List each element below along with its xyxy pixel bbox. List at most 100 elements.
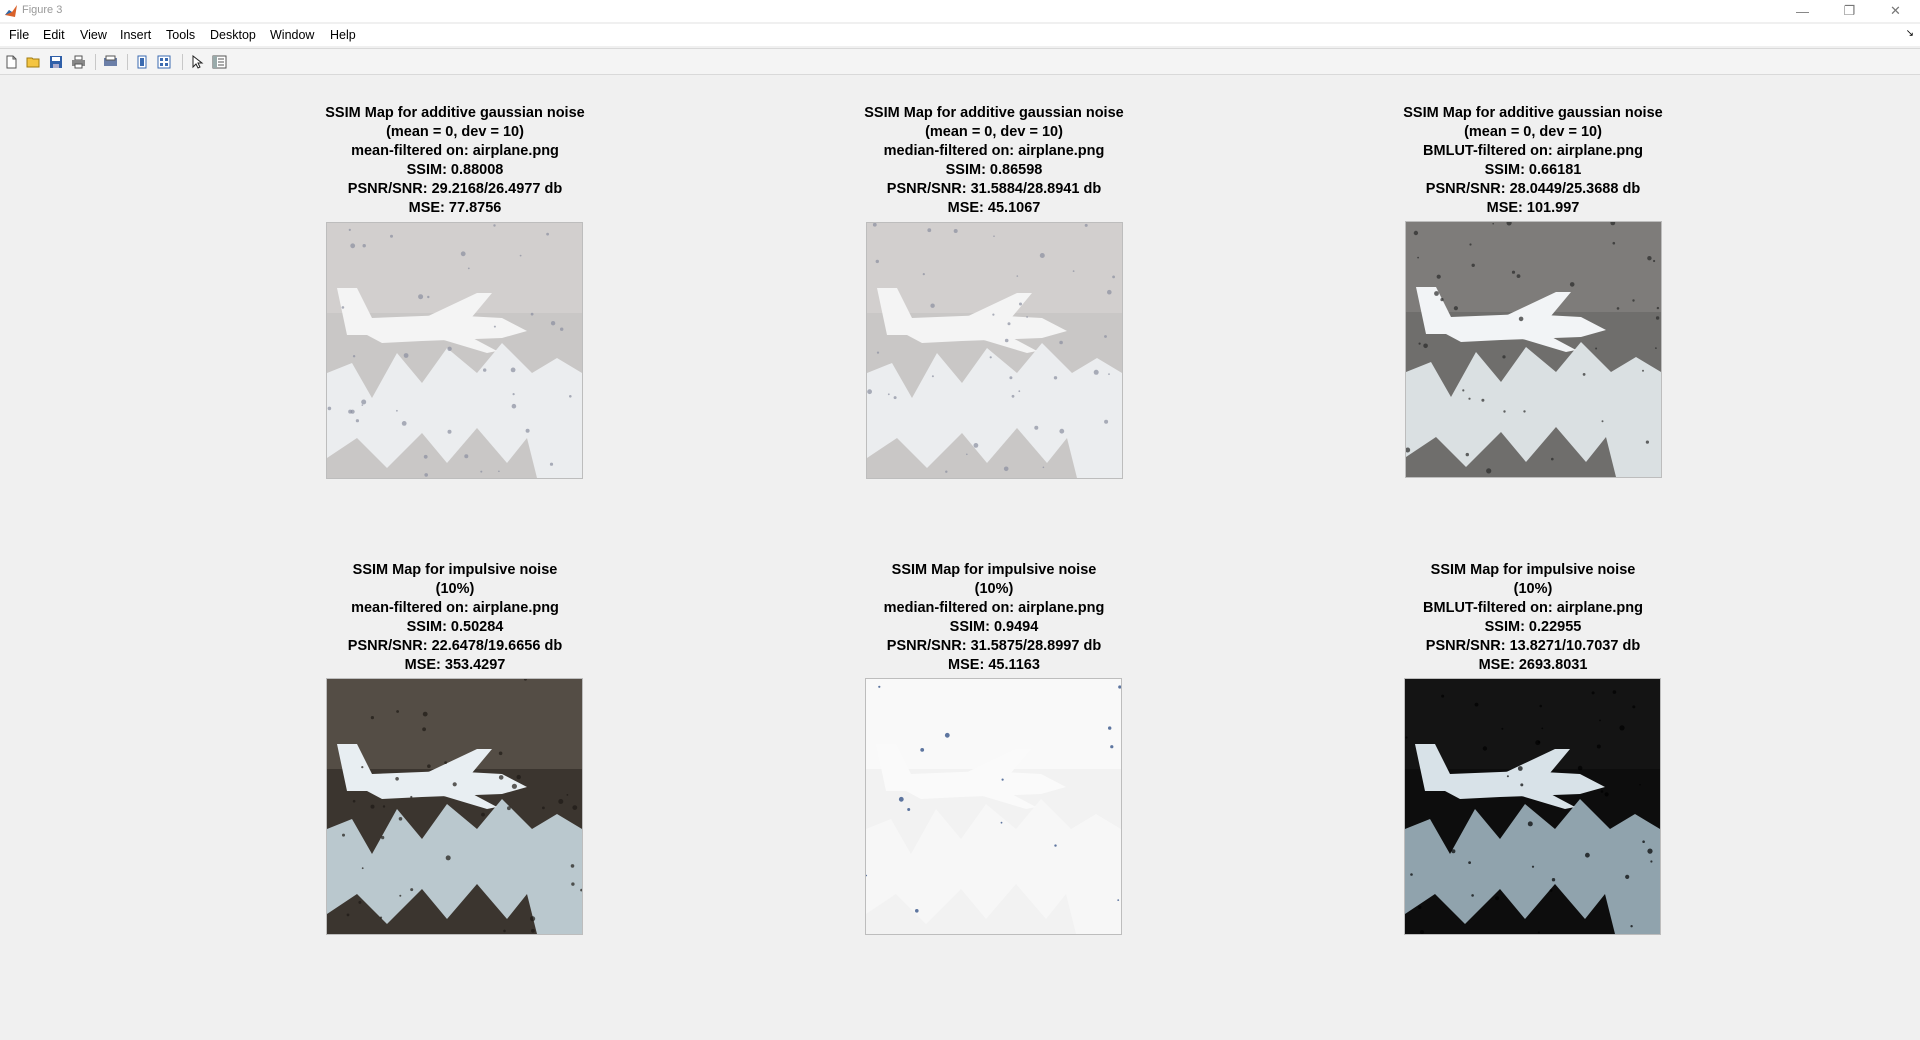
title-line: MSE: 353.4297 — [404, 657, 506, 673]
map-speck — [1093, 369, 1099, 375]
map-speck — [1110, 745, 1114, 749]
map-speck — [1001, 778, 1004, 781]
ssim-map-image[interactable] — [866, 222, 1123, 479]
map-speck — [410, 888, 414, 892]
map-speck — [410, 795, 413, 799]
map-speck — [361, 404, 364, 406]
menu-edit[interactable]: Edit — [43, 28, 65, 42]
map-speck — [1104, 335, 1107, 338]
title-line: SSIM: 0.86598 — [945, 162, 1043, 178]
restore-button[interactable]: ❐ — [1827, 0, 1872, 22]
title-line: PSNR/SNR: 31.5875/28.8997 db — [886, 638, 1102, 654]
map-speck — [1026, 316, 1028, 318]
map-speck — [380, 835, 385, 840]
menu-file[interactable]: File — [9, 28, 29, 42]
title-line: MSE: 45.1067 — [947, 200, 1041, 216]
map-speck — [510, 367, 516, 373]
map-speck — [1018, 390, 1021, 393]
map-speck — [341, 306, 345, 309]
map-speck — [358, 900, 362, 904]
matlab-icon — [4, 4, 18, 18]
map-speck — [1423, 343, 1428, 349]
map-speck — [1436, 274, 1441, 279]
title-line: MSE: 77.8756 — [408, 200, 502, 216]
map-speck — [1034, 425, 1039, 430]
map-speck — [355, 419, 359, 423]
toolbar-separator — [182, 54, 183, 70]
insert-colorbar-icon[interactable] — [155, 53, 173, 71]
ssim-map-image[interactable] — [326, 222, 583, 479]
map-speck — [511, 403, 517, 409]
map-speck — [348, 228, 351, 231]
menu-insert[interactable]: Insert — [120, 28, 151, 42]
map-speck — [1413, 230, 1419, 236]
map-speck — [1537, 931, 1540, 934]
map-speck — [422, 711, 428, 717]
map-speck — [1009, 376, 1013, 380]
map-speck — [1645, 440, 1649, 444]
title-line: mean-filtered on: airplane.png — [351, 600, 559, 616]
map-speck — [382, 805, 386, 808]
map-speck — [1108, 373, 1110, 375]
close-button[interactable]: ✕ — [1873, 0, 1918, 22]
ssim-map-image[interactable] — [326, 678, 583, 935]
edit-plot-icon[interactable] — [188, 53, 206, 71]
open-file-icon[interactable] — [24, 53, 42, 71]
map-speck — [1539, 704, 1542, 708]
link-plot-icon[interactable] — [133, 53, 151, 71]
map-sky — [327, 223, 582, 313]
map-speck — [1582, 373, 1586, 376]
title-line: (10%) — [435, 581, 475, 597]
ssim-map-image[interactable] — [1404, 678, 1661, 935]
title-line: mean-filtered on: airplane.png — [351, 143, 559, 159]
map-speck — [1084, 223, 1088, 227]
map-speck — [1011, 394, 1015, 398]
menu-tools[interactable]: Tools — [166, 28, 195, 42]
map-speck — [370, 716, 374, 720]
title-line: PSNR/SNR: 31.5884/28.8941 db — [886, 181, 1102, 197]
print-icon[interactable] — [69, 53, 87, 71]
map-speck — [1042, 466, 1045, 469]
map-speck — [361, 766, 364, 769]
title-line: PSNR/SNR: 28.0449/25.3688 db — [1425, 181, 1641, 197]
map-speck — [1616, 307, 1620, 310]
map-speck — [992, 313, 995, 316]
save-icon[interactable] — [47, 53, 65, 71]
title-line: PSNR/SNR: 22.6478/19.6656 db — [347, 638, 563, 654]
map-speck — [480, 470, 483, 473]
map-speck — [1053, 376, 1058, 380]
toolbar-separator — [95, 54, 96, 70]
map-speck — [1551, 457, 1554, 461]
title-line: PSNR/SNR: 29.2168/26.4977 db — [347, 181, 563, 197]
map-speck — [1112, 275, 1115, 279]
menu-desktop[interactable]: Desktop — [210, 28, 256, 42]
map-sky — [1405, 679, 1660, 769]
menu-help[interactable]: Help — [330, 28, 356, 42]
map-sky — [866, 679, 1121, 769]
title-line: (mean = 0, dev = 10) — [386, 124, 524, 140]
map-speck — [887, 393, 890, 396]
title-line: SSIM: 0.88008 — [406, 162, 504, 178]
minimize-button[interactable]: — — [1780, 0, 1825, 22]
property-inspector-icon[interactable] — [210, 53, 228, 71]
map-speck — [1501, 727, 1504, 730]
title-line: SSIM: 0.9494 — [949, 619, 1039, 635]
map-speck — [1619, 725, 1625, 731]
map-speck — [1495, 896, 1500, 901]
map-speck — [516, 774, 521, 780]
print-preview-icon[interactable] — [101, 53, 119, 71]
new-figure-icon[interactable] — [2, 53, 20, 71]
map-speck — [922, 273, 925, 276]
map-speck — [1418, 342, 1421, 345]
menu-view[interactable]: View — [80, 28, 107, 42]
map-speck — [1492, 222, 1494, 225]
map-speck — [403, 353, 409, 358]
map-speck — [546, 232, 549, 236]
map-speck — [1642, 840, 1645, 843]
dock-figure-icon[interactable]: ↘ — [1906, 28, 1914, 39]
menu-window[interactable]: Window — [270, 28, 314, 42]
map-speck — [1612, 690, 1617, 694]
window-title: Figure 3 — [22, 4, 63, 16]
ssim-map-image[interactable] — [865, 678, 1122, 935]
ssim-map-image[interactable] — [1405, 221, 1662, 478]
